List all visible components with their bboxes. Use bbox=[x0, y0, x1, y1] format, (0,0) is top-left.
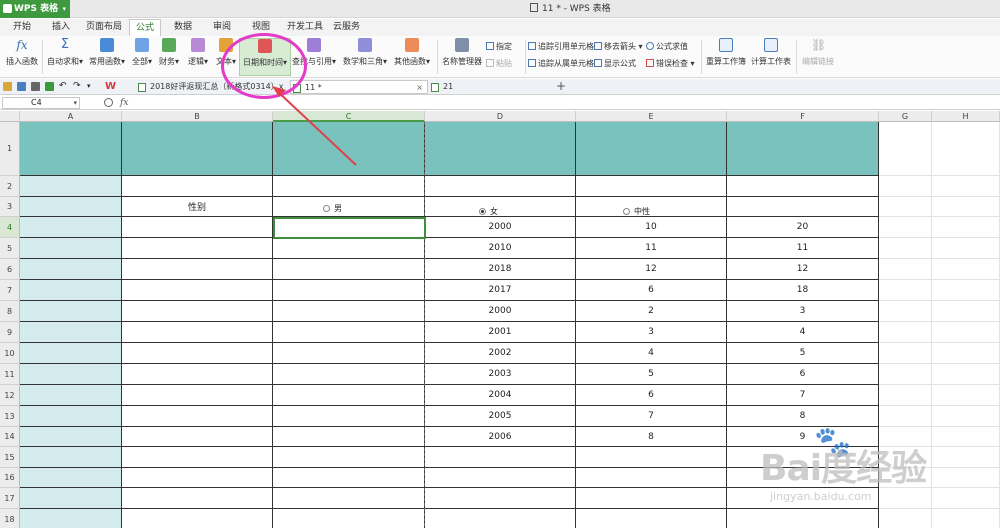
baidu-jingyan-watermark: 🐾 Bai度经验 jingyan.baidu.com bbox=[760, 425, 927, 503]
